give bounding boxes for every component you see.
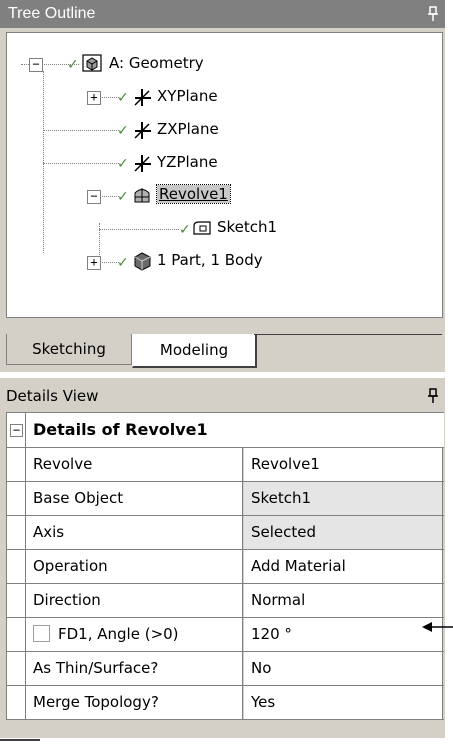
property-name: Operation xyxy=(26,550,243,583)
row-gutter xyxy=(7,686,26,719)
property-value[interactable]: Selected xyxy=(244,516,443,549)
property-value[interactable]: Sketch1 xyxy=(244,482,443,515)
property-value[interactable]: Normal xyxy=(244,584,443,617)
property-name: As Thin/Surface? xyxy=(26,652,243,685)
check-icon: ✓ xyxy=(179,222,191,238)
frame-edge-line xyxy=(0,739,40,741)
details-row-angle[interactable]: FD1, Angle (>0) 120 ° xyxy=(7,618,444,652)
row-gutter xyxy=(7,584,26,617)
expand-xyplane-button[interactable]: + xyxy=(87,91,101,105)
property-value[interactable]: Yes xyxy=(244,686,443,719)
check-icon: ✓ xyxy=(117,90,129,106)
row-gutter xyxy=(7,448,26,481)
tree-node-label[interactable]: 1 Part, 1 Body xyxy=(157,251,263,269)
tree-outline-title: Tree Outline xyxy=(8,5,96,22)
tree-outline-panel: Tree Outline − ✓ A: Geometry + ✓ XYPlane… xyxy=(0,0,445,372)
arrow-left-icon xyxy=(422,622,453,632)
details-row-base-object[interactable]: Base Object Sketch1 xyxy=(7,482,444,516)
parameter-checkbox[interactable] xyxy=(33,624,50,642)
tree-connector xyxy=(99,262,119,263)
tree-node-label-selected[interactable]: Revolve1 xyxy=(156,184,231,204)
details-row-revolve[interactable]: Revolve Revolve1 xyxy=(7,448,444,482)
tree-node-label[interactable]: YZPlane xyxy=(157,153,218,171)
check-icon: ✓ xyxy=(117,189,129,205)
tab-divider xyxy=(254,334,442,335)
tree-node-label[interactable]: A: Geometry xyxy=(109,54,204,72)
property-value[interactable]: 120 ° xyxy=(244,618,443,651)
geometry-icon xyxy=(82,54,102,72)
tree-connector xyxy=(43,163,119,164)
tree-node-label[interactable]: ZXPlane xyxy=(157,120,219,138)
tree-node-label[interactable]: XYPlane xyxy=(157,87,218,105)
property-name-with-checkbox: FD1, Angle (>0) xyxy=(26,618,243,651)
tree-connector xyxy=(43,130,119,131)
details-group-header[interactable]: − Details of Revolve1 xyxy=(7,413,444,448)
row-gutter xyxy=(7,652,26,685)
body-icon xyxy=(134,252,151,271)
details-row-merge-topology[interactable]: Merge Topology? Yes xyxy=(7,686,444,720)
property-name: Direction xyxy=(26,584,243,617)
tree-node-label[interactable]: Sketch1 xyxy=(217,218,277,236)
tree-connector xyxy=(99,97,119,98)
property-value[interactable]: Revolve1 xyxy=(244,448,443,481)
property-value[interactable]: No xyxy=(244,652,443,685)
row-gutter xyxy=(7,516,26,549)
property-name: FD1, Angle (>0) xyxy=(58,625,179,643)
details-row-direction[interactable]: Direction Normal xyxy=(7,584,444,618)
row-gutter xyxy=(7,618,26,651)
details-view-panel: Details View − Details of Revolve1 Revol… xyxy=(0,378,445,738)
check-icon: ✓ xyxy=(117,255,129,271)
gutter-divider xyxy=(25,413,26,447)
plane-icon xyxy=(134,89,151,106)
sketch-icon xyxy=(193,221,211,235)
tree-view[interactable]: − ✓ A: Geometry + ✓ XYPlane ✓ ZXPlane ✓ xyxy=(6,32,443,318)
tree-connector xyxy=(99,229,179,230)
collapse-revolve-button[interactable]: − xyxy=(87,190,101,204)
details-header-text: Details of Revolve1 xyxy=(33,420,208,439)
tab-sketching[interactable]: Sketching xyxy=(6,334,132,365)
collapse-details-button[interactable]: − xyxy=(10,424,23,437)
plane-icon xyxy=(134,155,151,172)
tree-outline-title-bar: Tree Outline xyxy=(0,0,445,28)
tree-connector xyxy=(43,71,44,253)
check-icon: ✓ xyxy=(117,123,129,139)
tab-modeling[interactable]: Modeling xyxy=(132,334,257,368)
collapse-geometry-button[interactable]: − xyxy=(29,58,43,72)
details-view-title-bar: Details View xyxy=(0,382,445,410)
check-icon: ✓ xyxy=(117,156,129,172)
property-name: Merge Topology? xyxy=(26,686,243,719)
tree-connector xyxy=(99,196,119,197)
plane-icon xyxy=(134,122,151,139)
row-gutter xyxy=(7,550,26,583)
expand-parts-button[interactable]: + xyxy=(87,256,101,270)
property-name: Axis xyxy=(26,516,243,549)
pin-icon[interactable] xyxy=(427,6,439,22)
revolve-icon xyxy=(134,188,150,203)
details-row-axis[interactable]: Axis Selected xyxy=(7,516,444,550)
property-value[interactable]: Add Material xyxy=(244,550,443,583)
details-grid: − Details of Revolve1 Revolve Revolve1 B… xyxy=(6,412,444,720)
property-name: Base Object xyxy=(26,482,243,515)
row-gutter xyxy=(7,482,26,515)
details-row-as-thin[interactable]: As Thin/Surface? No xyxy=(7,652,444,686)
details-row-operation[interactable]: Operation Add Material xyxy=(7,550,444,584)
tree-tabs: Sketching Modeling xyxy=(0,330,445,372)
property-name: Revolve xyxy=(26,448,243,481)
check-icon: ✓ xyxy=(67,57,79,73)
pin-icon[interactable] xyxy=(427,388,439,404)
details-view-title: Details View xyxy=(6,387,99,405)
